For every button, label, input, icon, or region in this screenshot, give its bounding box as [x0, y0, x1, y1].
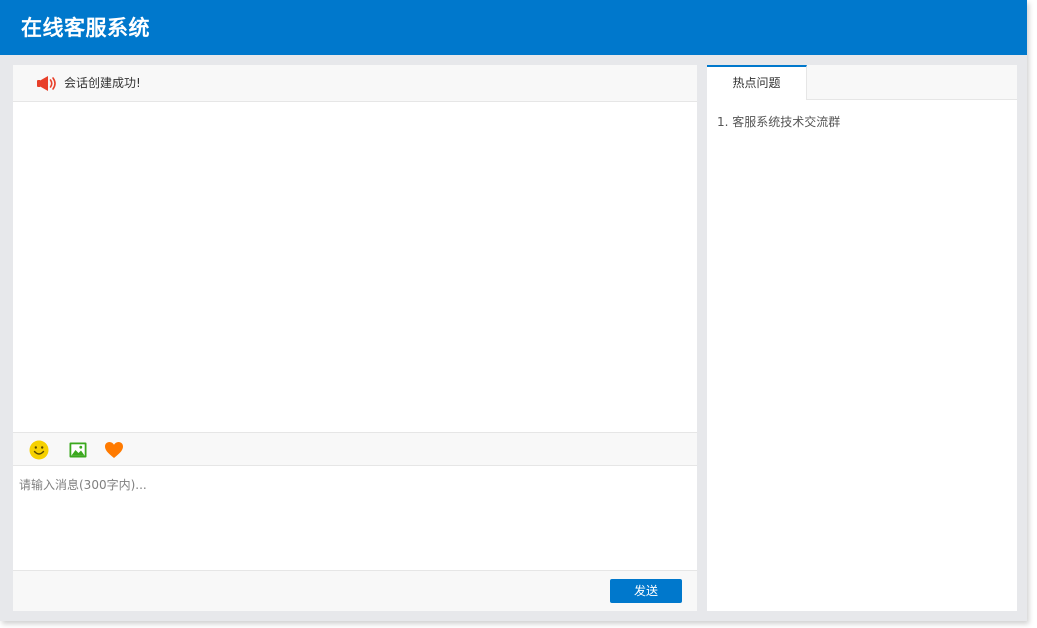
header-bar: 在线客服系统 [0, 0, 1027, 55]
chat-toolbar [13, 432, 697, 466]
megaphone-icon [36, 75, 58, 92]
tab-bar: 热点问题 [707, 65, 1017, 100]
tab-hot-questions[interactable]: 热点问题 [707, 65, 807, 100]
heart-icon[interactable] [103, 439, 125, 461]
message-input[interactable] [13, 466, 697, 570]
side-panel: 热点问题 1. 客服系统技术交流群 [707, 65, 1017, 611]
page-title: 在线客服系统 [21, 16, 150, 40]
notice-bar: 会话创建成功! [13, 65, 697, 102]
faq-item[interactable]: 1. 客服系统技术交流群 [717, 114, 1007, 131]
faq-list: 1. 客服系统技术交流群 [717, 114, 1007, 139]
message-area [13, 102, 697, 433]
send-bar: 发送 [13, 570, 697, 611]
app-window: 在线客服系统 会话创建成功! 请输入消息(300字内)... 发送 热点问题 1… [0, 0, 1027, 621]
chat-panel: 会话创建成功! 请输入消息(300字内)... 发送 [13, 65, 697, 611]
notice-text: 会话创建成功! [64, 76, 141, 90]
image-icon[interactable] [67, 439, 89, 461]
send-button[interactable]: 发送 [610, 579, 682, 603]
smiley-icon[interactable] [28, 439, 50, 461]
